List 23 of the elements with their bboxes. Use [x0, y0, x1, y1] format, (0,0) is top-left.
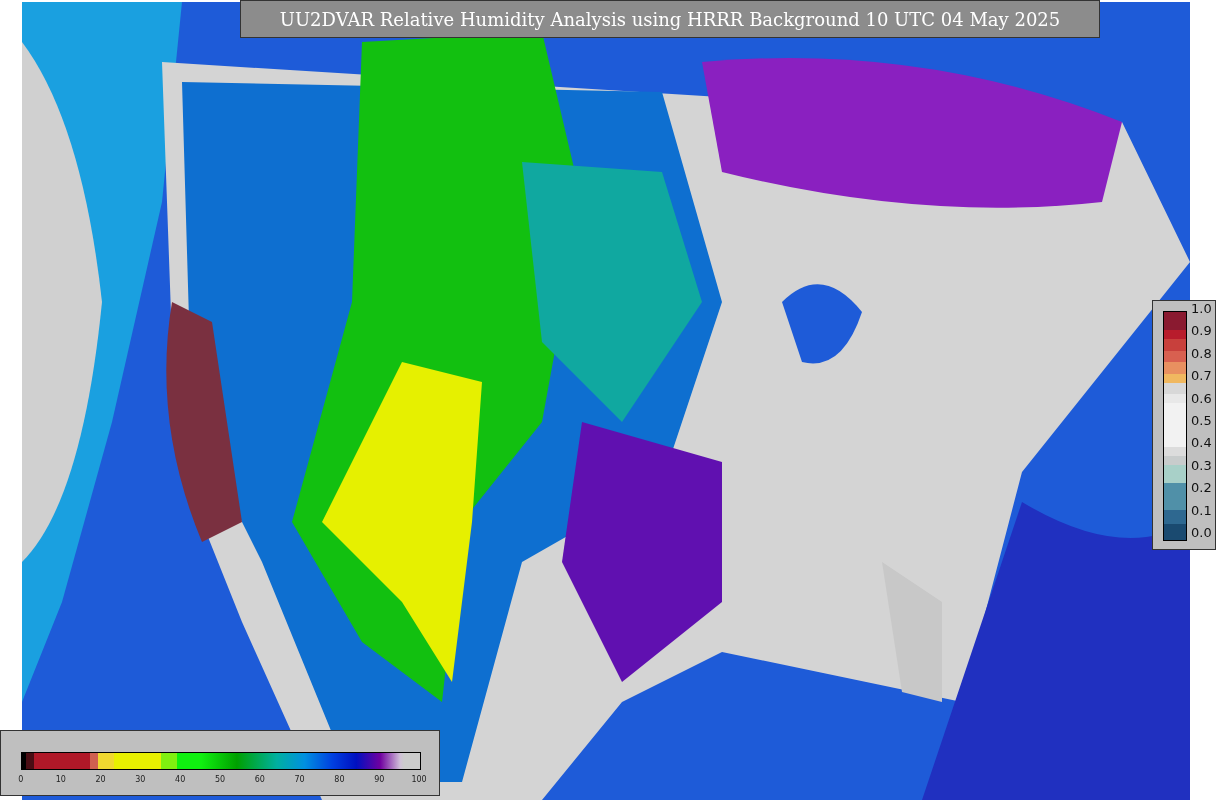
colorbar-label: 0.2	[1191, 480, 1212, 497]
map-title: UU2DVAR Relative Humidity Analysis using HRRR Background 10 UTC 04 May 2025	[240, 0, 1100, 38]
colorbar-label: 0.7	[1191, 368, 1212, 385]
colorbar-label: 0	[17, 775, 25, 784]
colorbar-label: 50	[213, 775, 227, 784]
colorbar-label: 40	[174, 775, 187, 784]
colorbar-label: 0.5	[1191, 412, 1212, 429]
colorbar-label: 0.6	[1191, 390, 1212, 407]
colorbar-label: 0.4	[1191, 435, 1212, 452]
colorbar-label: 1.0	[1191, 301, 1212, 317]
colorbar-label: 0.1	[1191, 502, 1212, 519]
colorbar-label: 0.9	[1191, 323, 1212, 340]
colorbar-label: 60	[253, 775, 266, 784]
colorbar-label: 0.8	[1191, 345, 1212, 362]
colorbar-label: 0.3	[1191, 457, 1212, 474]
colorbar-label: 30	[134, 775, 147, 784]
colorbar-label: 0.0	[1191, 524, 1212, 541]
colorbar-label: 20	[94, 775, 107, 784]
colorbar-label: 80	[333, 775, 346, 784]
colorbar-label: 70	[293, 775, 306, 784]
colorbar-label: 90	[373, 775, 386, 784]
colorbar-label: 100	[410, 775, 428, 784]
colorbar-label: 10	[54, 775, 67, 784]
